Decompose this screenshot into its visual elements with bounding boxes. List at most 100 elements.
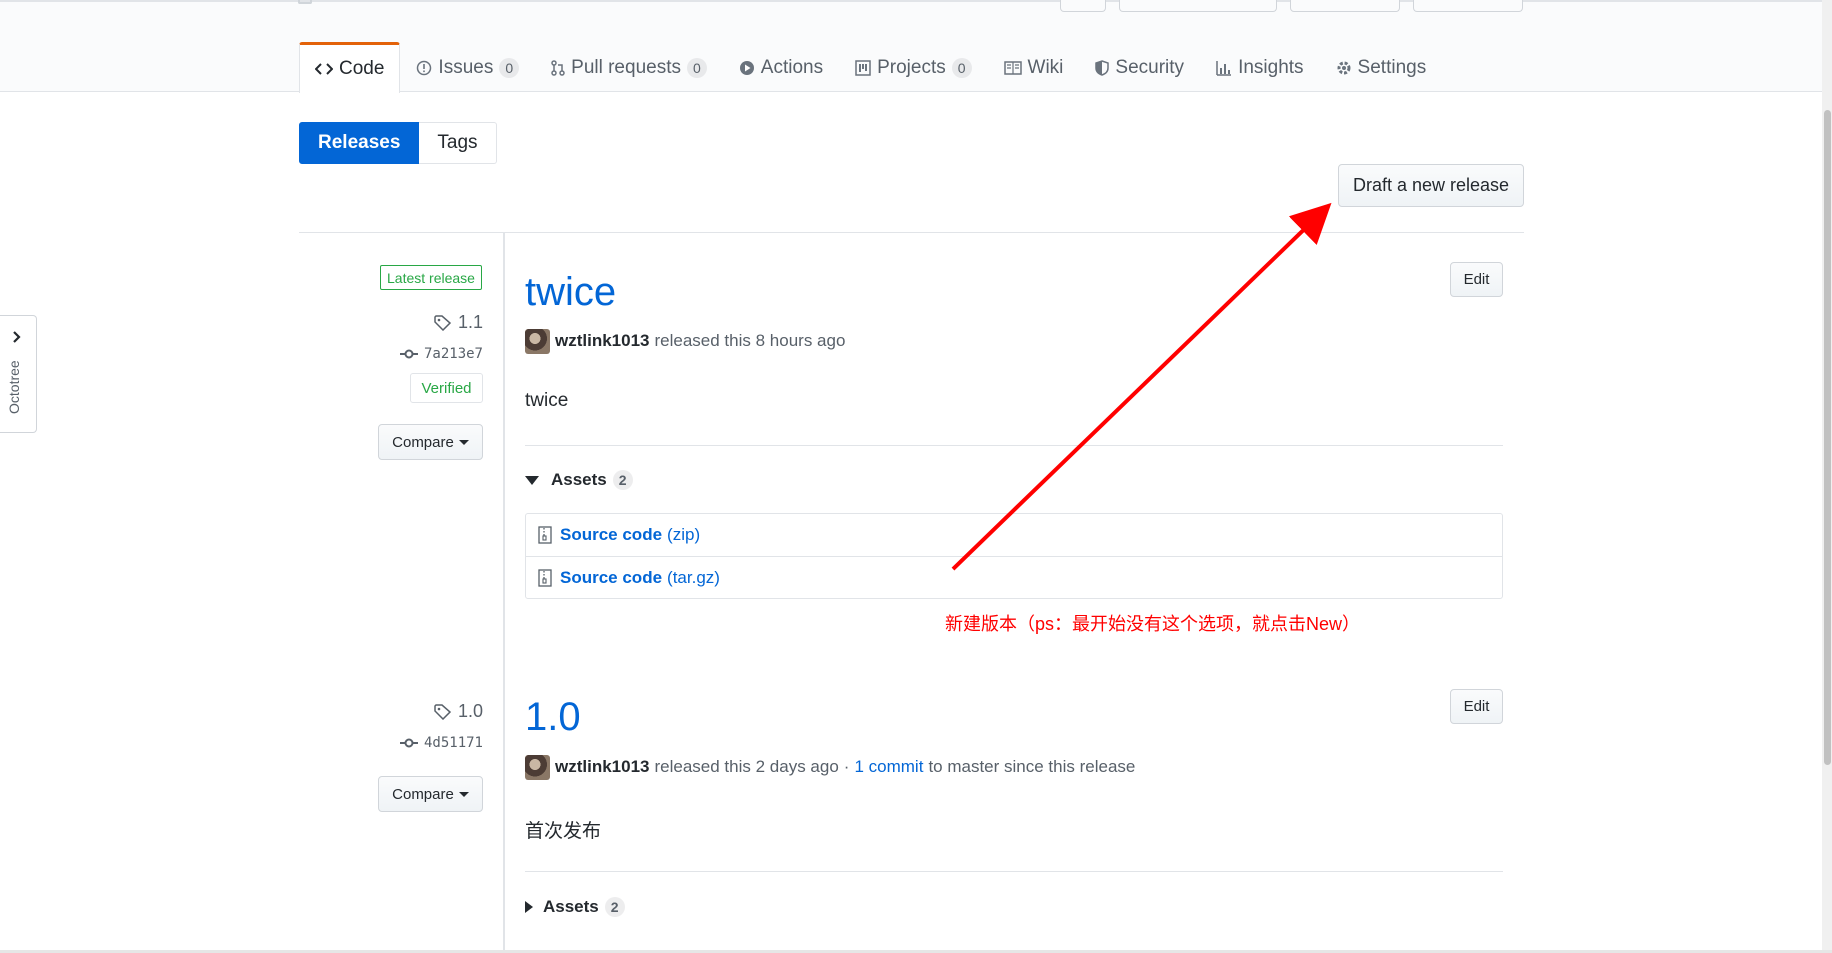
tag-icon <box>434 314 452 331</box>
release-description: twice <box>525 390 569 411</box>
top-border <box>0 0 1832 2</box>
tag-name: 1.1 <box>457 312 483 332</box>
avatar[interactable] <box>525 328 550 354</box>
asset-format: (tar.gz) <box>667 567 720 587</box>
projects-counter: 0 <box>951 57 972 78</box>
watch-button[interactable] <box>1119 0 1277 12</box>
pulls-counter: 0 <box>686 57 707 78</box>
tab-pull-requests[interactable]: Pull requests 0 <box>535 42 723 92</box>
subnav-releases[interactable]: Releases <box>299 122 420 164</box>
fork-button[interactable] <box>1413 0 1523 12</box>
issue-opened-icon <box>416 60 432 76</box>
tab-label: Settings <box>1357 56 1427 78</box>
compare-button[interactable]: Compare <box>378 776 483 812</box>
release-byline: wztlink1013 released this 2 days ago · 1… <box>525 754 1135 780</box>
assets-list: Source code (zip) Source code (tar.gz) <box>525 513 1503 599</box>
tab-label: Code <box>339 58 385 79</box>
assets-toggle[interactable]: Assets 2 <box>525 470 633 490</box>
asset-item[interactable]: Source code (tar.gz) <box>526 556 1502 598</box>
commit-sha: 7a213e7 <box>423 346 483 362</box>
releases-subnav: Releases Tags <box>299 122 497 164</box>
tab-label: Wiki <box>1027 56 1064 78</box>
verified-badge[interactable]: Verified <box>410 373 483 403</box>
avatar[interactable] <box>525 754 550 780</box>
tab-issues[interactable]: Issues 0 <box>400 42 535 92</box>
triangle-down-icon <box>525 475 539 485</box>
assets-label: Assets <box>543 897 599 916</box>
annotation-arrow <box>951 202 1332 571</box>
git-commit-icon <box>399 738 418 748</box>
edit-release-button[interactable]: Edit <box>1450 262 1503 297</box>
edit-release-button[interactable]: Edit <box>1450 689 1503 724</box>
shield-icon <box>1095 59 1110 76</box>
triangle-right-icon <box>525 901 533 913</box>
gear-icon <box>1336 60 1352 76</box>
compare-label: Compare <box>392 433 454 451</box>
tab-insights[interactable]: Insights <box>1200 42 1319 92</box>
assets-toggle[interactable]: Assets 2 <box>525 897 625 917</box>
book-icon <box>1003 60 1022 75</box>
release-description: 首次发布 <box>525 821 602 842</box>
repo-nav-tabs: Code Issues 0 Pull requests 0 Actions Pr… <box>299 42 1443 93</box>
caret-down-icon <box>458 439 469 445</box>
tab-label: Pull requests <box>571 56 681 78</box>
tab-projects[interactable]: Projects 0 <box>839 42 987 92</box>
header-action-button[interactable] <box>1060 0 1106 12</box>
release-tag[interactable]: 1.0 <box>434 701 483 722</box>
subnav-tags[interactable]: Tags <box>419 122 497 164</box>
file-zip-icon <box>538 568 552 587</box>
repo-icon <box>298 0 312 4</box>
star-button[interactable] <box>1290 0 1400 12</box>
tab-security[interactable]: Security <box>1079 42 1200 92</box>
issues-counter: 0 <box>499 57 520 78</box>
release-commit[interactable]: 7a213e7 <box>399 346 483 362</box>
tag-name: 1.0 <box>457 701 483 721</box>
tab-label: Actions <box>760 56 824 78</box>
octotree-toggle[interactable]: Octotree <box>0 315 37 433</box>
release-byline: wztlink1013 released this 8 hours ago <box>525 328 845 354</box>
annotation-text: 新建版本（ps：最开始没有这个选项，就点击New） <box>945 614 1361 634</box>
git-commit-icon <box>399 349 418 359</box>
asset-name: Source code <box>560 567 663 587</box>
chevron-right-icon <box>12 330 22 349</box>
caret-down-icon <box>458 791 469 797</box>
scrollbar-thumb[interactable] <box>1824 110 1831 765</box>
graph-icon <box>1216 60 1232 76</box>
author-link[interactable]: wztlink1013 <box>555 331 650 351</box>
commit-sha: 4d51171 <box>423 735 483 751</box>
assets-label: Assets <box>551 470 607 489</box>
tab-wiki[interactable]: Wiki <box>988 42 1080 92</box>
file-zip-icon <box>538 526 552 544</box>
author-link[interactable]: wztlink1013 <box>555 757 650 777</box>
release-separator <box>525 871 1503 872</box>
released-time: released this 2 days ago <box>654 757 839 776</box>
tab-settings[interactable]: Settings <box>1320 42 1443 92</box>
commits-suffix: to master since this release <box>928 757 1136 776</box>
tab-label: Security <box>1115 56 1185 78</box>
asset-format: (zip) <box>667 525 701 544</box>
separator-dot: · <box>843 757 850 776</box>
tab-code[interactable]: Code <box>299 42 401 93</box>
commits-link[interactable]: 1 commit <box>854 757 923 777</box>
timeline-divider <box>503 232 505 953</box>
releases-divider <box>299 232 1524 233</box>
release-tag[interactable]: 1.1 <box>434 312 483 333</box>
project-icon <box>855 59 871 76</box>
draft-new-release-button[interactable]: Draft a new release <box>1338 164 1524 207</box>
release-separator <box>525 445 1503 446</box>
tab-label: Projects <box>877 56 946 78</box>
release-title[interactable]: 1.0 <box>525 695 581 740</box>
assets-counter: 2 <box>612 470 633 490</box>
code-icon <box>315 62 333 76</box>
play-icon <box>739 60 755 76</box>
asset-item[interactable]: Source code (zip) <box>526 514 1502 556</box>
tab-label: Issues <box>438 56 494 78</box>
tab-actions[interactable]: Actions <box>723 42 839 92</box>
octotree-label: Octotree <box>6 360 22 414</box>
git-pull-request-icon <box>551 59 565 76</box>
release-commit[interactable]: 4d51171 <box>399 735 483 751</box>
release-title[interactable]: twice <box>525 270 616 315</box>
released-time: released this 8 hours ago <box>654 331 846 350</box>
compare-button[interactable]: Compare <box>378 424 483 460</box>
asset-name: Source code <box>560 525 663 544</box>
